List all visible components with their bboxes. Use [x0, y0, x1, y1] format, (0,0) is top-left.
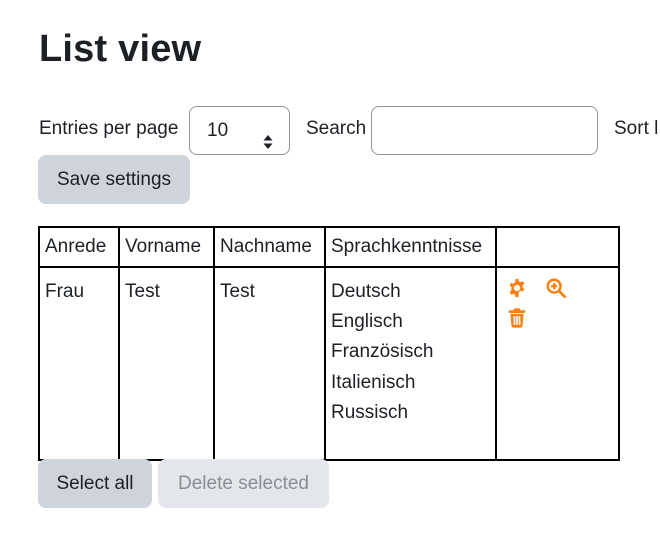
gear-icon[interactable] — [506, 277, 528, 299]
trash-icon[interactable] — [506, 307, 528, 329]
column-header-actions — [495, 226, 620, 268]
entries-per-page-select[interactable]: 10 — [189, 106, 290, 155]
cell-anrede: Frau — [38, 266, 120, 461]
language-item: Englisch — [331, 311, 403, 333]
save-settings-button[interactable]: Save settings — [38, 155, 190, 204]
table-header-row: Anrede Vorname Nachname Sprachkenntnisse — [38, 226, 620, 268]
page-title: List view — [39, 28, 202, 70]
cell-actions — [495, 266, 620, 461]
cell-nachname: Test — [213, 266, 326, 461]
cell-vorname: Test — [118, 266, 215, 461]
language-item: Russisch — [331, 401, 409, 423]
delete-selected-button[interactable]: Delete selected — [158, 459, 329, 508]
entries-per-page-value: 10 — [207, 120, 229, 141]
search-label: Search — [306, 118, 367, 139]
language-item: Deutsch — [331, 281, 401, 302]
sort-label: Sort l — [614, 118, 659, 139]
entries-per-page-label: Entries per page — [39, 118, 179, 139]
entries-table: Anrede Vorname Nachname Sprachkenntnisse… — [38, 226, 620, 461]
list-view-page: List view Entries per page 10 Search Sor… — [0, 0, 660, 548]
zoom-in-icon[interactable] — [545, 277, 567, 299]
table-row: Frau Test Test Deutsch Englisch Französi… — [38, 266, 620, 461]
column-header-nachname: Nachname — [213, 226, 326, 268]
column-header-sprachkenntnisse: Sprachkenntnisse — [324, 226, 497, 268]
language-item: Italienisch — [331, 371, 416, 393]
language-item: Französisch — [331, 341, 434, 363]
column-header-vorname: Vorname — [118, 226, 215, 268]
select-all-button[interactable]: Select all — [38, 459, 152, 508]
sort-caret-icon — [263, 122, 273, 149]
cell-sprachkenntnisse: Deutsch Englisch Französisch Italienisch… — [324, 266, 497, 461]
search-input[interactable] — [371, 106, 598, 155]
column-header-anrede: Anrede — [38, 226, 120, 268]
